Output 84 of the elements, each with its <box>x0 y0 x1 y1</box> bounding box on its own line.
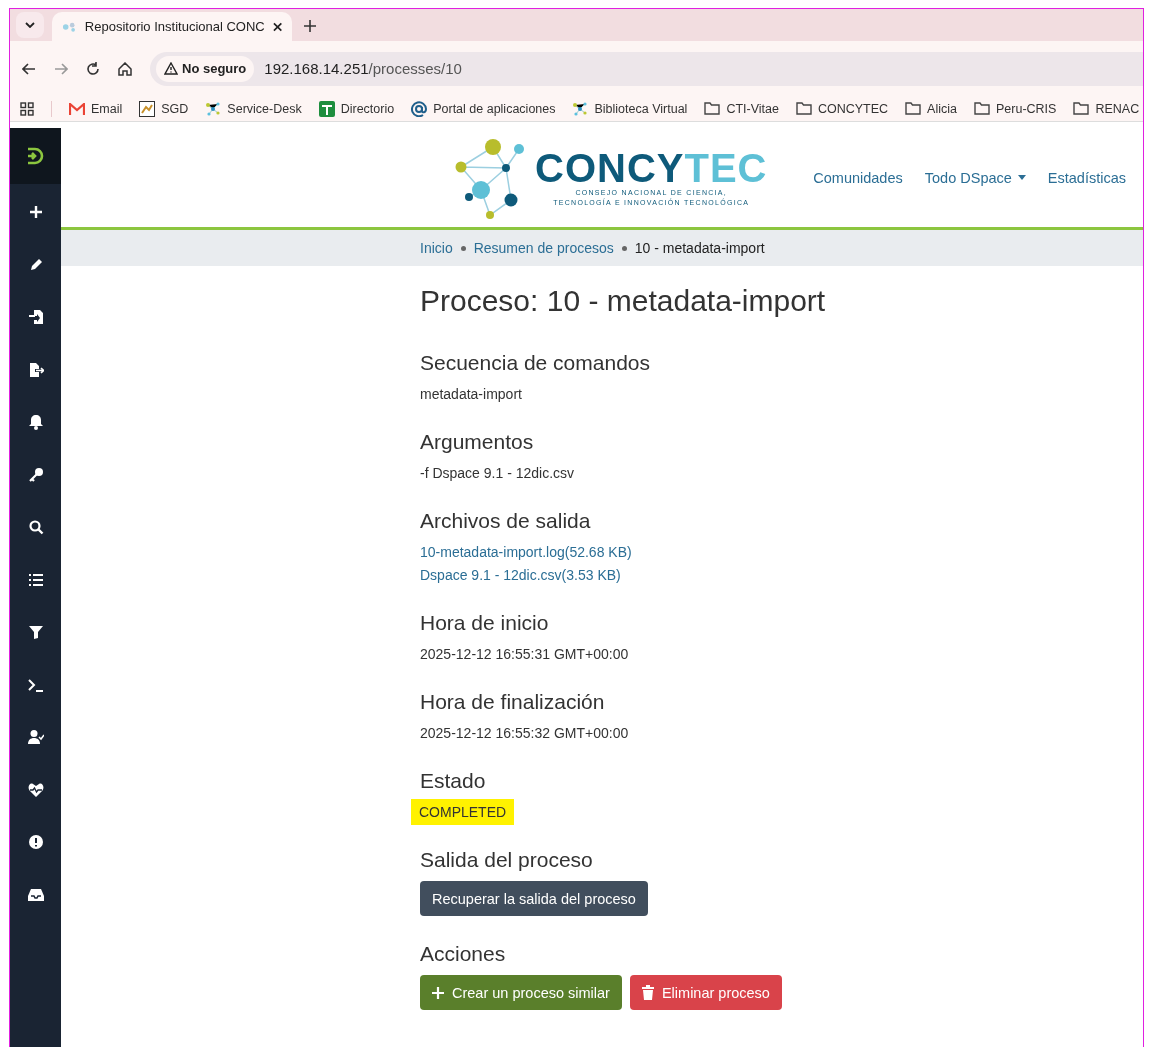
network-icon <box>62 20 77 33</box>
section-heading: Argumentos <box>420 429 535 455</box>
section-value: -f Dspace 9.1 - 12dic.csv <box>420 464 575 483</box>
caret-icon <box>1017 175 1026 180</box>
list-icon[interactable] <box>27 571 44 588</box>
bookmark[interactable]: SGD <box>139 100 189 117</box>
section-value: metadata-import <box>420 385 522 404</box>
nav-link[interactable]: Comunidades <box>813 169 903 186</box>
plus-icon <box>304 20 316 32</box>
warning-icon <box>164 62 178 75</box>
nav-link[interactable]: Todo DSpace <box>924 169 1026 186</box>
directory-icon <box>318 100 335 117</box>
address-bar[interactable]: No seguro 192.168.14.251/processes/10 <box>150 51 1143 86</box>
key-icon[interactable] <box>27 466 44 483</box>
section-value: 2025-12-12 16:55:31 GMT+00:00 <box>420 645 629 664</box>
bookmark[interactable]: Service-Desk <box>205 100 302 117</box>
back-button[interactable] <box>22 62 36 75</box>
bookmark[interactable]: Directorio <box>318 100 395 117</box>
trash-icon <box>641 985 654 1000</box>
search-icon[interactable] <box>27 519 44 535</box>
folder-icon <box>1073 102 1090 115</box>
nav-link[interactable]: Estadísticas <box>1047 169 1126 186</box>
heartbeat-icon[interactable] <box>27 781 44 798</box>
folder-icon <box>905 102 922 115</box>
mail-icon <box>69 102 85 115</box>
bookmark[interactable]: Portal de aplicaciones <box>411 100 556 117</box>
forward-arrow-icon <box>54 62 68 75</box>
close-icon[interactable] <box>272 21 282 32</box>
breadcrumb-item[interactable]: Resumen de procesos <box>473 240 614 256</box>
folder-icon <box>974 102 990 115</box>
file-link[interactable]: 10-metadata-import.log(52.68 KB) <box>420 539 632 565</box>
security-chip: No seguro <box>156 55 255 82</box>
back-arrow-icon <box>22 62 36 75</box>
folder-icon <box>795 102 812 115</box>
apps-grid-icon[interactable] <box>20 101 34 116</box>
folder-icon <box>704 102 721 115</box>
section-heading: Hora de finalización <box>420 689 606 715</box>
at-icon <box>411 100 428 117</box>
plus-icon[interactable] <box>27 204 44 220</box>
filter-icon[interactable] <box>27 624 44 640</box>
section-heading: Archivos de salida <box>420 508 592 534</box>
create-button[interactable]: Crear un proceso similar <box>420 975 622 1010</box>
bookmark[interactable]: CTI-Vitae <box>704 101 779 116</box>
bookmark[interactable]: Biblioteca Virtual <box>572 100 688 117</box>
export-icon[interactable] <box>27 361 44 378</box>
bookmark[interactable]: RENAC <box>1073 101 1140 116</box>
section-heading: Secuencia de comandos <box>420 350 651 376</box>
breadcrumb-item: 10 - metadata-import <box>634 240 765 256</box>
home-icon <box>118 61 132 76</box>
section-heading: Estado <box>420 768 487 794</box>
delete-button[interactable]: Eliminar proceso <box>629 975 782 1010</box>
network-icon <box>205 100 222 117</box>
chevron-down-icon <box>25 22 35 28</box>
browser-tab[interactable]: Repositorio Institucional CONC <box>52 12 292 41</box>
page-title: Proceso: 10 - metadata-import <box>420 283 827 319</box>
breadcrumb-item[interactable]: Inicio <box>420 240 453 256</box>
reload-button[interactable] <box>86 61 100 76</box>
bookmark[interactable]: Email <box>69 101 123 116</box>
bookmark[interactable]: Alicia <box>905 101 957 116</box>
logo-wordmark: CONCYTEC <box>535 147 768 188</box>
bookmark[interactable]: CONCYTEC <box>795 101 889 116</box>
forward-button[interactable] <box>54 62 68 75</box>
highlighted-value: COMPLETED <box>411 799 515 825</box>
tab-list-button[interactable] <box>16 12 44 38</box>
section-heading: Acciones <box>420 941 507 967</box>
bell-icon[interactable] <box>27 414 44 430</box>
plus-icon <box>432 986 444 999</box>
reload-icon <box>86 61 100 76</box>
inbox-icon[interactable] <box>27 886 44 903</box>
section-heading: Hora de inicio <box>420 610 550 636</box>
file-link[interactable]: Dspace 9.1 - 12dic.csv(3.53 KB) <box>420 562 621 588</box>
url-text: 192.168.14.251/processes/10 <box>264 60 462 77</box>
home-button[interactable] <box>118 61 132 76</box>
section-heading: Salida del proceso <box>420 847 594 873</box>
terminal-icon[interactable] <box>27 676 44 693</box>
import-icon[interactable] <box>27 309 44 325</box>
section-value: 2025-12-12 16:55:32 GMT+00:00 <box>420 724 629 743</box>
retrieve-output-button[interactable]: Recuperar la salida del proceso <box>420 881 648 916</box>
network-icon <box>572 100 589 117</box>
alert-icon[interactable] <box>27 834 44 850</box>
bookmark[interactable]: Peru-CRIS <box>974 101 1057 116</box>
user-check-icon[interactable] <box>27 729 44 745</box>
app-icon <box>139 100 156 117</box>
dspace-logo-icon[interactable] <box>25 146 46 166</box>
